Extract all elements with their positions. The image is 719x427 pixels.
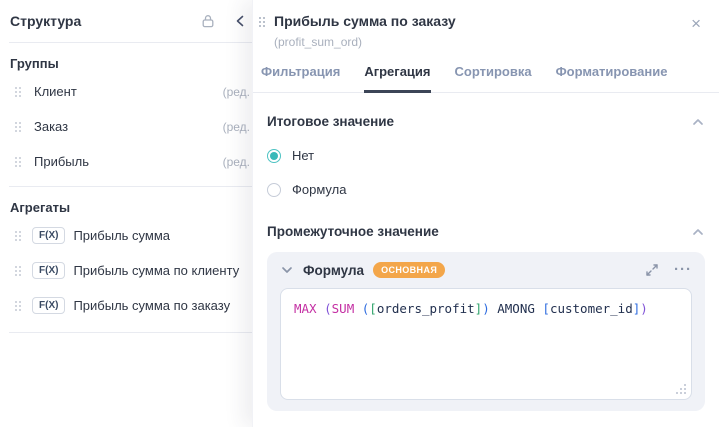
radio-icon[interactable] xyxy=(267,182,281,197)
group-row[interactable]: Прибыль (ред. xyxy=(0,144,252,179)
structure-panel-header: Структура xyxy=(0,0,252,42)
formula-editor[interactable]: MAX (SUM ([orders_profit]) AMONG [custom… xyxy=(280,288,692,400)
close-icon[interactable]: × xyxy=(687,13,705,34)
structure-panel-title: Структура xyxy=(10,13,82,29)
aggregate-row[interactable]: F(X) Прибыль сумма xyxy=(0,218,252,253)
drawer-header: Прибыль сумма по заказу (profit_sum_ord)… xyxy=(253,0,719,49)
group-edit-link[interactable]: (ред. xyxy=(223,155,250,169)
formula-token: ) xyxy=(640,301,648,316)
drawer-body: Итоговое значение Нет Формула Промежуточ… xyxy=(253,114,719,411)
drawer-subtitle: (profit_sum_ord) xyxy=(274,35,363,49)
radio-icon[interactable] xyxy=(267,148,281,163)
aggregate-row[interactable]: F(X) Прибыль сумма по заказу xyxy=(0,288,252,323)
group-label: Клиент xyxy=(34,84,77,99)
aggregate-label: Прибыль сумма xyxy=(73,228,171,243)
aggregate-label: Прибыль сумма по клиенту xyxy=(73,263,240,278)
formula-token: ) xyxy=(482,301,490,316)
formula-token: [ xyxy=(369,301,377,316)
radio-option[interactable]: Формула xyxy=(267,182,705,197)
radio-option[interactable]: Нет xyxy=(267,148,705,163)
chevron-down-icon[interactable] xyxy=(280,263,294,277)
total-value-options: Нет Формула xyxy=(267,148,705,197)
formula-token: SUM xyxy=(331,301,362,316)
divider xyxy=(9,332,252,333)
formula-token: [ xyxy=(542,301,550,316)
divider xyxy=(9,186,252,187)
formula-token: AMONG xyxy=(489,301,543,316)
divider xyxy=(9,42,252,43)
structure-panel: Структура Группы Клиент (ред. Заказ (ред… xyxy=(0,0,252,427)
aggregates-list: F(X) Прибыль сумма F(X) Прибыль сумма по… xyxy=(0,218,252,323)
intermediate-value-title: Промежуточное значение xyxy=(267,224,439,239)
formula-token: customer_id xyxy=(549,301,633,316)
chevron-up-icon[interactable] xyxy=(691,225,705,239)
group-row[interactable]: Клиент (ред. xyxy=(0,74,252,109)
tab[interactable]: Форматирование xyxy=(556,64,668,93)
radio-label: Формула xyxy=(292,182,347,197)
group-row[interactable]: Заказ (ред. xyxy=(0,109,252,144)
formula-badge: F(X) xyxy=(32,227,66,244)
formula-token: orders_profit xyxy=(376,301,475,316)
tab[interactable]: Агрегация xyxy=(364,64,431,93)
formula-card-title: Формула xyxy=(303,262,365,278)
radio-label: Нет xyxy=(292,148,315,163)
total-value-title: Итоговое значение xyxy=(267,114,395,129)
formula-card-header: Формула ОСНОВНАЯ ··· xyxy=(280,262,692,278)
drag-handle-icon[interactable] xyxy=(14,300,22,312)
aggregate-label: Прибыль сумма по заказу xyxy=(73,298,231,313)
formula-badge: F(X) xyxy=(32,297,66,314)
drag-handle-icon[interactable] xyxy=(14,156,22,168)
aggregate-row[interactable]: F(X) Прибыль сумма по клиенту xyxy=(0,253,252,288)
drawer-title: Прибыль сумма по заказу xyxy=(274,13,456,29)
formula-code[interactable]: MAX (SUM ([orders_profit]) AMONG [custom… xyxy=(294,301,648,316)
tab-bar: Фильтрация Агрегация Сортировка Форматир… xyxy=(253,49,719,93)
group-label: Прибыль xyxy=(34,154,89,169)
app: Структура Группы Клиент (ред. Заказ (ред… xyxy=(0,0,719,427)
formula-token: MAX xyxy=(294,301,325,316)
lock-icon[interactable] xyxy=(200,13,216,29)
tab[interactable]: Фильтрация xyxy=(261,64,340,93)
drawer-titles: Прибыль сумма по заказу (profit_sum_ord) xyxy=(274,13,679,49)
groups-list: Клиент (ред. Заказ (ред. Прибыль (ред. xyxy=(0,74,252,179)
aggregates-header: Агрегаты xyxy=(10,200,71,215)
groups-header: Группы xyxy=(10,56,59,71)
intermediate-value-section-header: Промежуточное значение xyxy=(267,224,705,239)
formula-badge: F(X) xyxy=(32,262,66,279)
ellipsis-menu-icon[interactable]: ··· xyxy=(674,263,692,277)
drag-handle-icon[interactable] xyxy=(14,230,22,242)
drag-handle-icon[interactable] xyxy=(14,121,22,133)
drag-handle-icon[interactable] xyxy=(14,86,22,98)
collapse-panel-icon[interactable] xyxy=(234,14,246,28)
formula-card-actions: ··· xyxy=(645,263,692,277)
group-edit-link[interactable]: (ред. xyxy=(223,85,250,99)
chevron-up-icon[interactable] xyxy=(691,115,705,129)
drag-handle-icon[interactable] xyxy=(14,265,22,277)
tab[interactable]: Сортировка xyxy=(455,64,532,93)
field-settings-drawer: Прибыль сумма по заказу (profit_sum_ord)… xyxy=(252,0,719,427)
total-value-section-header: Итоговое значение xyxy=(267,114,705,129)
drag-handle-icon[interactable] xyxy=(258,16,266,28)
group-edit-link[interactable]: (ред. xyxy=(223,120,250,134)
formula-token: ( xyxy=(324,301,332,316)
group-label: Заказ xyxy=(34,119,69,134)
expand-icon[interactable] xyxy=(645,263,659,277)
resize-grip-icon[interactable] xyxy=(675,383,687,395)
primary-badge: ОСНОВНАЯ xyxy=(373,262,446,278)
formula-card: Формула ОСНОВНАЯ ··· MAX (SUM ([orders_p… xyxy=(267,252,705,411)
